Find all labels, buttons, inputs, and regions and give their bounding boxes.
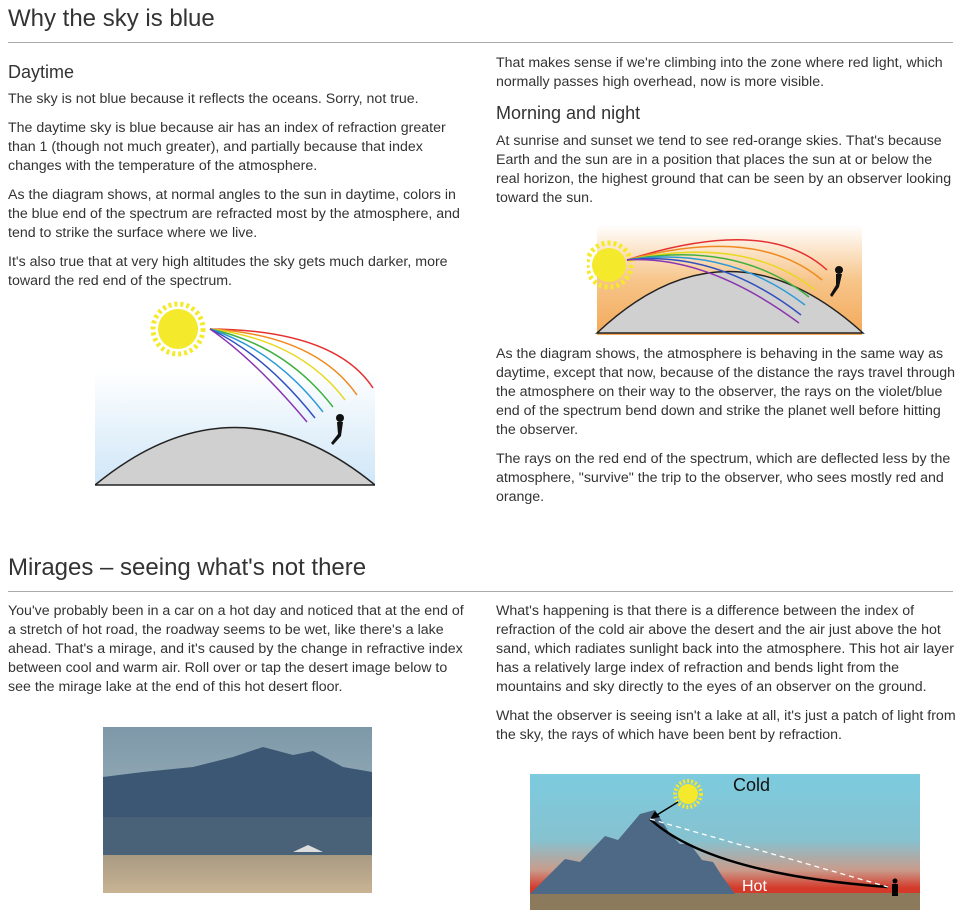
desert-image[interactable] — [103, 727, 372, 893]
mirage-diagram: Cold Hot — [530, 774, 920, 910]
daytime-diagram — [95, 301, 375, 486]
morning-column: That makes sense if we're climbing into … — [496, 54, 958, 218]
paragraph: What the observer is seeing isn't a lake… — [496, 708, 956, 743]
sun-icon — [150, 301, 206, 357]
paragraph: The daytime sky is blue because air has … — [8, 120, 446, 174]
paragraph: What's happening is that there is a diff… — [496, 603, 954, 695]
sunset-diagram — [587, 225, 865, 335]
paragraph: The sky is not blue because it reflects … — [8, 91, 419, 107]
cold-label: Cold — [733, 775, 770, 795]
daytime-column: Daytime The sky is not blue because it r… — [8, 61, 470, 301]
observer-icon — [892, 878, 898, 896]
paragraph: As the diagram shows, at normal angles t… — [8, 187, 460, 241]
paragraph: It's also true that at very high altitud… — [8, 254, 448, 289]
section-title-sky: Why the sky is blue — [8, 5, 215, 32]
paragraph: You've probably been in a car on a hot d… — [8, 603, 464, 695]
morning-heading: Morning and night — [496, 103, 641, 123]
section-title-mirages: Mirages – seeing what's not there — [8, 554, 367, 581]
paragraph: At sunrise and sunset we tend to see red… — [496, 133, 952, 206]
divider — [8, 42, 953, 43]
mirage-left-column: You've probably been in a car on a hot d… — [8, 602, 470, 707]
paragraph: As the diagram shows, the atmosphere is … — [496, 346, 956, 438]
divider — [8, 591, 953, 592]
daytime-heading: Daytime — [8, 62, 75, 82]
hot-label: Hot — [742, 878, 767, 895]
mirage-right-column: What's happening is that there is a diff… — [496, 602, 958, 755]
paragraph: The rays on the red end of the spectrum,… — [496, 451, 951, 505]
paragraph: That makes sense if we're climbing into … — [496, 55, 943, 90]
morning-column-continued: As the diagram shows, the atmosphere is … — [496, 345, 958, 517]
ground — [530, 893, 920, 910]
